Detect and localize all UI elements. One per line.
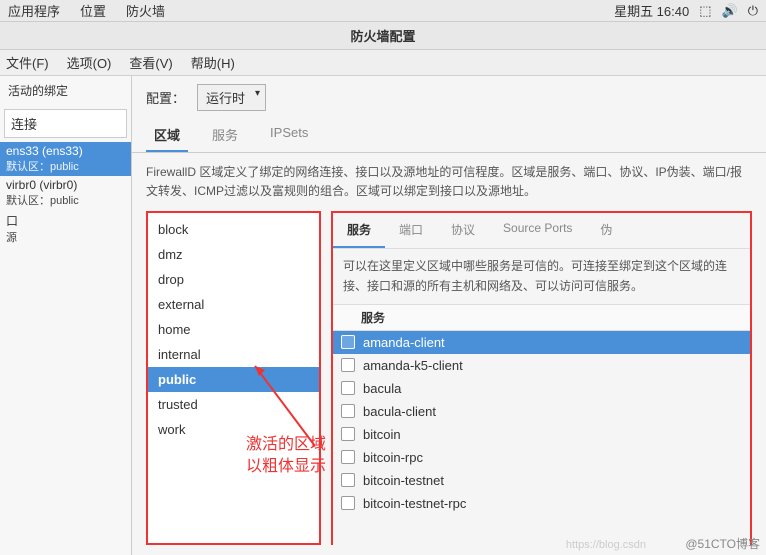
- service-row[interactable]: bitcoin: [333, 423, 750, 446]
- topbar-app-menu[interactable]: 应用程序: [8, 1, 60, 20]
- service-column-header: 服务: [333, 305, 750, 331]
- interface-item[interactable]: virbr0 (virbr0)默认区：public: [0, 176, 131, 210]
- service-name: amanda-k5-client: [363, 358, 463, 373]
- menubar: 文件(F) 选项(O) 查看(V) 帮助(H): [0, 50, 766, 76]
- annotation-text-1: 激活的区域: [246, 434, 326, 456]
- zone-item[interactable]: dmz: [148, 242, 319, 267]
- service-name: bacula: [363, 381, 401, 396]
- zone-item[interactable]: public: [148, 367, 319, 392]
- menu-options[interactable]: 选项(O): [67, 53, 112, 72]
- menu-view[interactable]: 查看(V): [129, 53, 172, 72]
- service-checkbox[interactable]: [341, 496, 355, 510]
- service-row[interactable]: bacula-client: [333, 400, 750, 423]
- zone-sub-tab[interactable]: Source Ports: [489, 213, 586, 248]
- config-label: 配置：: [146, 88, 185, 107]
- menu-help[interactable]: 帮助(H): [191, 53, 235, 72]
- service-row[interactable]: bitcoin-testnet: [333, 469, 750, 492]
- zone-item[interactable]: external: [148, 292, 319, 317]
- volume-icon[interactable]: 🔊: [722, 3, 738, 19]
- annotation-text-2: 以粗体显示: [246, 456, 326, 478]
- service-row[interactable]: amanda-k5-client: [333, 354, 750, 377]
- service-checkbox[interactable]: [341, 358, 355, 372]
- zone-sub-tab[interactable]: 伪: [586, 213, 626, 248]
- zone-sub-tab[interactable]: 协议: [437, 213, 489, 248]
- interface-item[interactable]: 口源: [0, 210, 131, 247]
- zone-item[interactable]: drop: [148, 267, 319, 292]
- service-row[interactable]: amanda-client: [333, 331, 750, 354]
- watermark: @51CTO博客: [685, 535, 760, 552]
- service-row[interactable]: bacula: [333, 377, 750, 400]
- zone-description: FirewallD 区域定义了绑定的网络连接、接口以及源地址的可信程度。区域是服…: [132, 153, 766, 211]
- system-topbar: 应用程序 位置 防火墙 星期五 16:40 ⬚ 🔊 ⏻: [0, 0, 766, 22]
- service-name: bitcoin-testnet-rpc: [363, 496, 466, 511]
- service-name: bitcoin: [363, 427, 401, 442]
- config-dropdown[interactable]: 运行时: [197, 84, 266, 111]
- service-checkbox[interactable]: [341, 427, 355, 441]
- service-name: bacula-client: [363, 404, 436, 419]
- service-row[interactable]: bitcoin-testnet-rpc: [333, 492, 750, 515]
- main-tab[interactable]: 区域: [146, 119, 188, 152]
- service-checkbox[interactable]: [341, 473, 355, 487]
- main-tab[interactable]: 服务: [204, 119, 246, 152]
- service-row[interactable]: bitcoin-rpc: [333, 446, 750, 469]
- service-checkbox[interactable]: [341, 335, 355, 349]
- topbar-clock: 星期五 16:40: [614, 1, 689, 20]
- topbar-firewall[interactable]: 防火墙: [126, 1, 165, 20]
- connections-header: 连接: [4, 109, 127, 138]
- left-panel: 活动的绑定 连接 ens33 (ens33)默认区：publicvirbr0 (…: [0, 76, 132, 555]
- main-tabs: 区域服务 IPSets: [132, 119, 766, 153]
- power-icon[interactable]: ⏻: [748, 3, 758, 19]
- zone-item[interactable]: internal: [148, 342, 319, 367]
- service-name: bitcoin-testnet: [363, 473, 444, 488]
- zone-item[interactable]: home: [148, 317, 319, 342]
- service-checkbox[interactable]: [341, 381, 355, 395]
- menu-file[interactable]: 文件(F): [6, 53, 49, 72]
- main-tab[interactable]: IPSets: [262, 119, 316, 152]
- service-checkbox[interactable]: [341, 450, 355, 464]
- zone-sub-tab[interactable]: 端口: [385, 213, 437, 248]
- service-name: bitcoin-rpc: [363, 450, 423, 465]
- watermark-faint: https://blog.csdn: [566, 539, 646, 551]
- zone-sub-tabs: 服务端口协议Source Ports伪: [333, 213, 750, 249]
- zone-sub-tab[interactable]: 服务: [333, 213, 385, 248]
- network-icon[interactable]: ⬚: [699, 3, 711, 19]
- zone-list: blockdmzdropexternalhomeinternalpublictr…: [146, 211, 321, 545]
- services-description: 可以在这里定义区域中哪些服务是可信的。可连接至绑定到这个区域的连接、接口和源的所…: [333, 249, 750, 303]
- zone-item[interactable]: block: [148, 217, 319, 242]
- window-title: 防火墙配置: [0, 22, 766, 50]
- service-name: amanda-client: [363, 335, 445, 350]
- left-panel-title: 活动的绑定: [0, 76, 131, 105]
- service-checkbox[interactable]: [341, 404, 355, 418]
- topbar-places[interactable]: 位置: [80, 1, 106, 20]
- zone-item[interactable]: trusted: [148, 392, 319, 417]
- interface-item[interactable]: ens33 (ens33)默认区：public: [0, 142, 131, 176]
